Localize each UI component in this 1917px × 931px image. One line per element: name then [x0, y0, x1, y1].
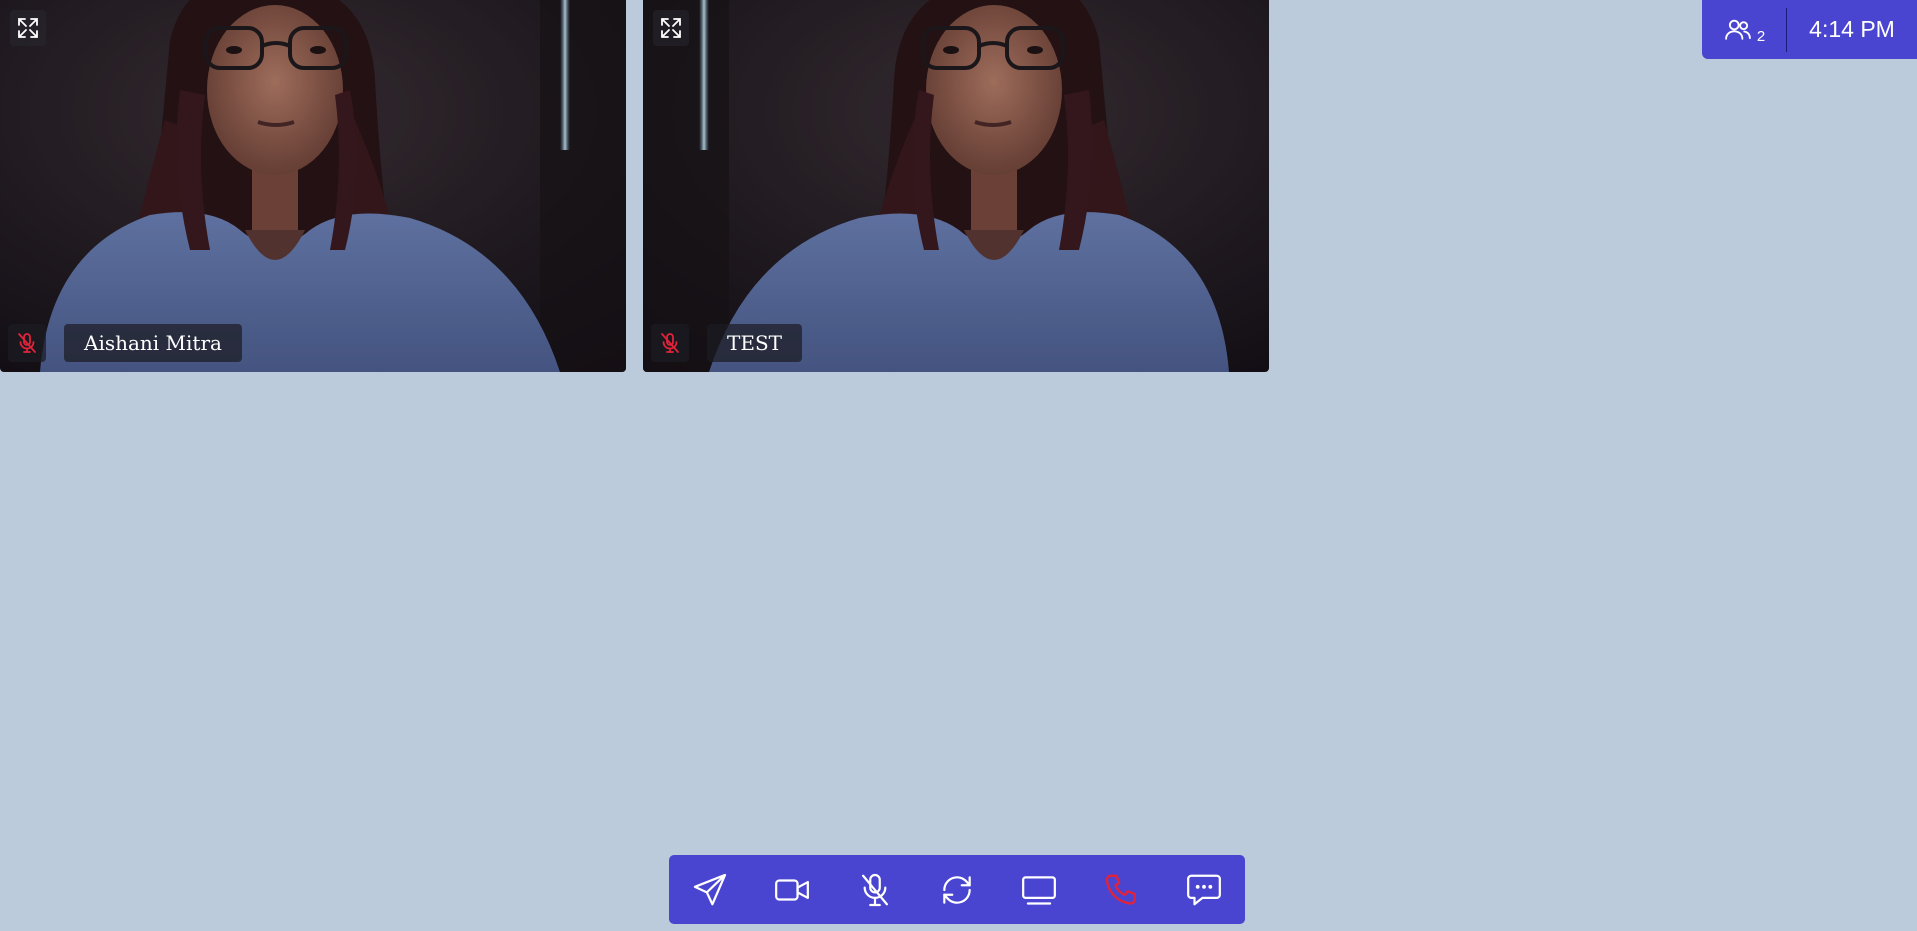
chat-button[interactable] [1173, 862, 1235, 918]
call-controls-bar [669, 855, 1245, 924]
video-tile-aishani-mitra[interactable]: Aishani Mitra [0, 0, 626, 372]
microphone-toggle-button[interactable] [844, 862, 906, 918]
call-time: 4:14 PM [1809, 16, 1895, 42]
participants-button[interactable]: 2 [1702, 0, 1786, 59]
expand-icon[interactable] [653, 10, 689, 46]
call-info-panel: 2 4:14 PM [1702, 0, 1917, 59]
expand-icon[interactable] [10, 10, 46, 46]
microphone-off-icon [8, 324, 46, 362]
refresh-icon [943, 875, 971, 904]
participants-icon [1725, 19, 1751, 40]
send-icon [693, 873, 727, 905]
phone-icon [1105, 874, 1136, 905]
video-toggle-button[interactable] [761, 862, 823, 918]
video-feed [0, 0, 626, 372]
chat-icon [1187, 874, 1221, 905]
video-camera-icon [775, 878, 810, 901]
participant-count: 2 [1756, 28, 1766, 45]
microphone-off-icon [861, 873, 888, 906]
switch-camera-button[interactable] [926, 862, 988, 918]
participant-name: Aishani Mitra [64, 324, 242, 362]
participant-name: TEST [707, 324, 802, 362]
send-button[interactable] [679, 862, 741, 918]
monitor-icon [1022, 875, 1057, 905]
video-tile-test[interactable]: TEST [643, 0, 1269, 372]
share-screen-button[interactable] [1008, 862, 1070, 918]
video-feed [643, 0, 1269, 372]
end-call-button[interactable] [1091, 862, 1153, 918]
microphone-off-icon [651, 324, 689, 362]
video-call-screen: Aishani Mitra TEST 2 4:14 PM [0, 0, 1917, 931]
